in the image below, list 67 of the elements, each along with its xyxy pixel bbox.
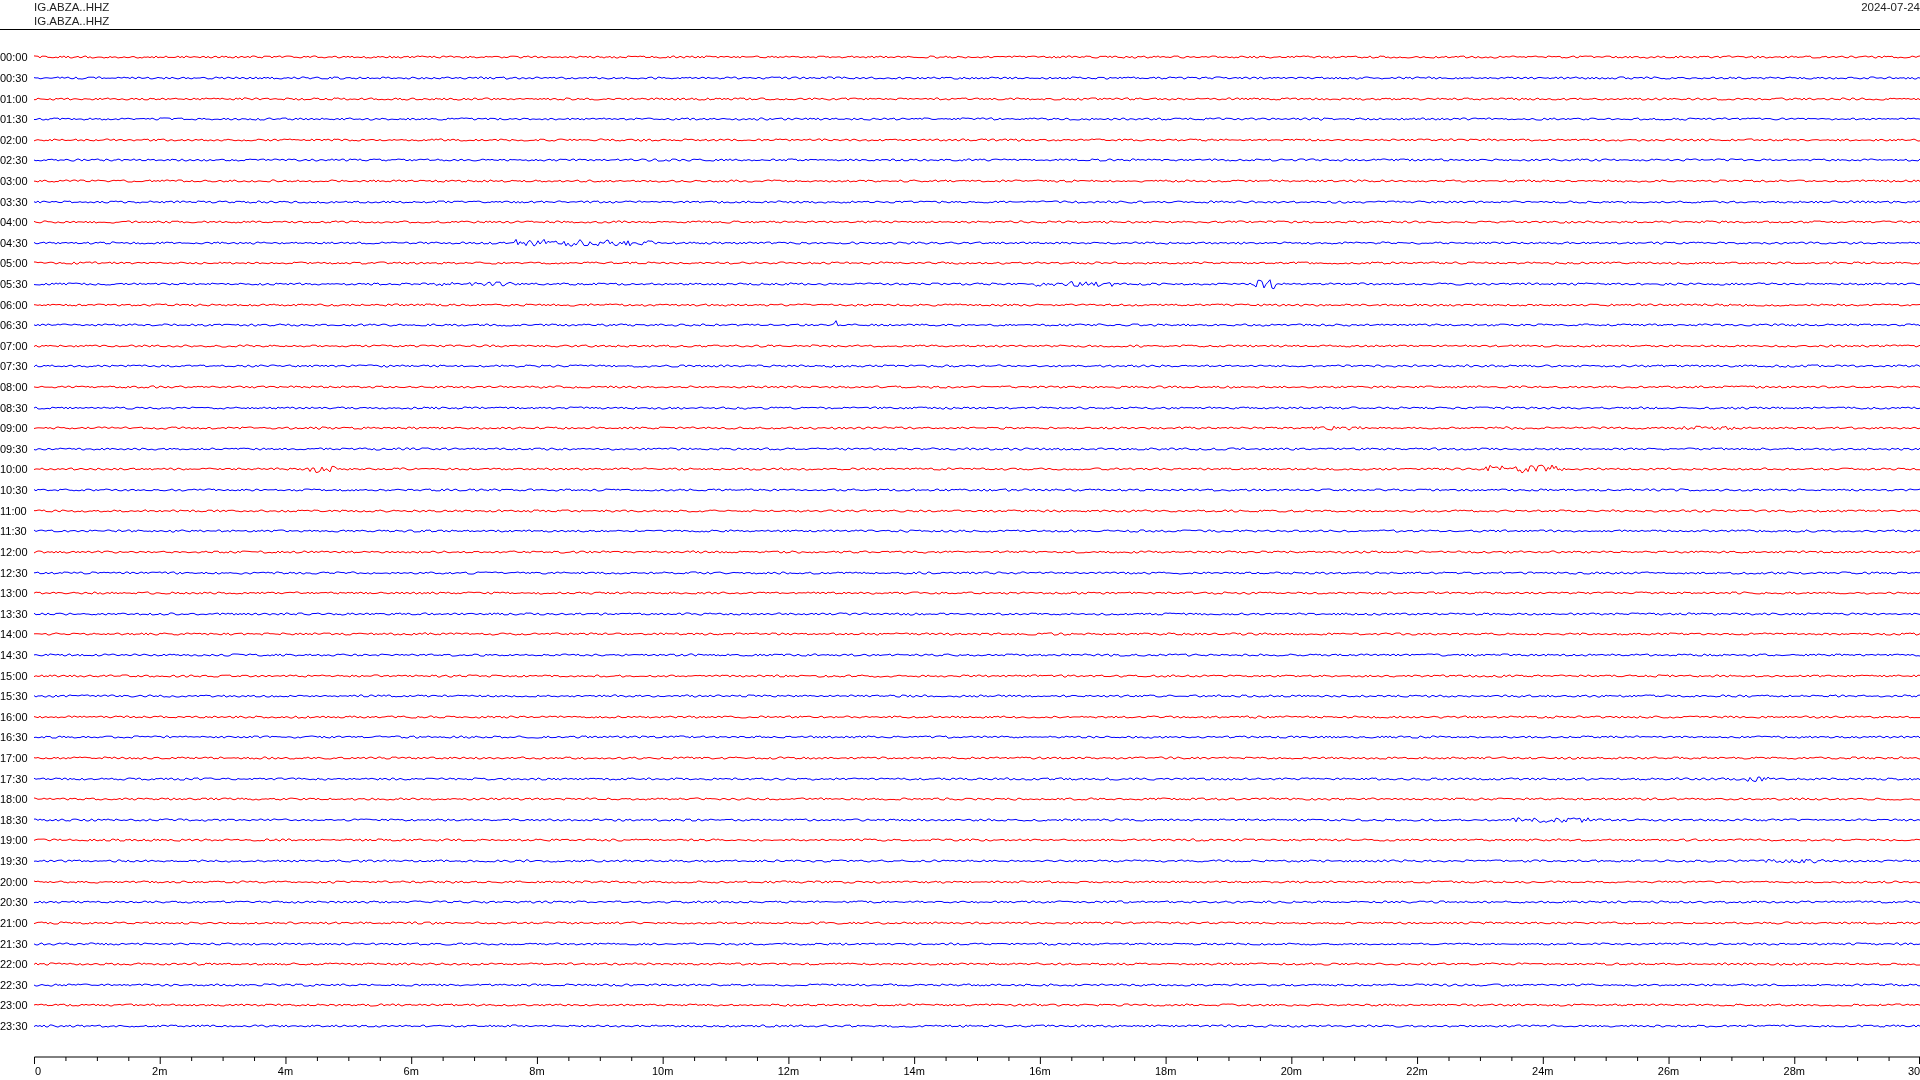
time-label: 02:00	[0, 133, 29, 146]
time-label: 15:30	[0, 690, 29, 703]
time-label: 18:30	[0, 813, 29, 826]
time-label: 17:30	[0, 772, 29, 785]
time-label: 04:00	[0, 216, 29, 229]
time-label: 05:00	[0, 257, 29, 270]
time-label: 09:30	[0, 442, 29, 455]
time-label: 00:00	[0, 51, 29, 64]
time-label: 09:00	[0, 422, 29, 435]
axis-tick-label: 28m	[1783, 1065, 1805, 1077]
axis-tick-label: 0	[34, 1065, 42, 1077]
axis-tick-label: 8m	[529, 1065, 545, 1077]
time-label: 21:30	[0, 937, 29, 950]
time-label: 14:00	[0, 628, 29, 641]
time-label: 07:30	[0, 360, 29, 373]
time-label: 07:00	[0, 339, 29, 352]
time-label: 13:00	[0, 587, 29, 600]
axis-tick-label: 6m	[403, 1065, 419, 1077]
time-label: 23:30	[0, 1019, 29, 1032]
time-label: 16:00	[0, 710, 29, 723]
time-label: 01:30	[0, 113, 29, 126]
time-label: 05:30	[0, 278, 29, 290]
time-label: 10:30	[0, 484, 29, 497]
time-label: 04:30	[0, 236, 29, 249]
axis-tick-label: 2m	[152, 1065, 168, 1077]
time-label: 17:00	[0, 752, 29, 764]
axis-tick-label: 18m	[1154, 1065, 1177, 1077]
time-label: 22:00	[0, 958, 29, 971]
time-label: 14:30	[0, 648, 29, 661]
axis-tick-label: 4m	[277, 1065, 294, 1077]
axis-tick-label: 26m	[1657, 1065, 1680, 1077]
time-label: 19:00	[0, 834, 29, 847]
time-label: 20:00	[0, 875, 29, 888]
time-label: 15:00	[0, 669, 29, 682]
time-label: 08:00	[0, 381, 29, 394]
time-label: 13:30	[0, 607, 29, 620]
time-label: 11:00	[0, 504, 28, 517]
time-label: 08:30	[0, 401, 29, 414]
time-label: 20:30	[0, 896, 29, 909]
time-label: 01:00	[0, 92, 29, 105]
axis-tick-label: 16m	[1029, 1065, 1051, 1077]
station-label: IG.ABZA..HHZ	[34, 14, 110, 28]
time-label: 06:00	[0, 298, 29, 311]
time-label: 22:30	[0, 978, 29, 991]
time-label: 10:00	[0, 463, 29, 476]
axis-tick-label: 24m	[1532, 1065, 1554, 1077]
axis-tick-label: 20m	[1280, 1065, 1303, 1077]
axis-tick-label: 30	[1907, 1065, 1920, 1077]
axis-tick-label: 14m	[903, 1065, 925, 1077]
time-label: 02:30	[0, 154, 29, 167]
time-label: 12:00	[0, 545, 29, 558]
axis-tick-label: 12m	[777, 1065, 800, 1077]
time-label: 16:30	[0, 731, 29, 744]
time-label: 12:30	[0, 566, 29, 579]
time-label: 11:30	[0, 525, 28, 538]
axis-tick-label: 22m	[1406, 1065, 1428, 1077]
time-label: 18:00	[0, 793, 29, 806]
station-label: IG.ABZA..HHZ	[34, 0, 110, 14]
time-label: 03:30	[0, 195, 29, 208]
time-label: 00:30	[0, 71, 29, 84]
time-label: 23:00	[0, 999, 29, 1012]
date-label: 2024-07-24	[1861, 0, 1920, 15]
time-label: 21:00	[0, 916, 29, 929]
time-label: 06:30	[0, 319, 29, 332]
axis-tick-label: 10m	[651, 1065, 674, 1077]
time-label: 19:30	[0, 855, 29, 868]
time-label: 03:00	[0, 174, 29, 187]
